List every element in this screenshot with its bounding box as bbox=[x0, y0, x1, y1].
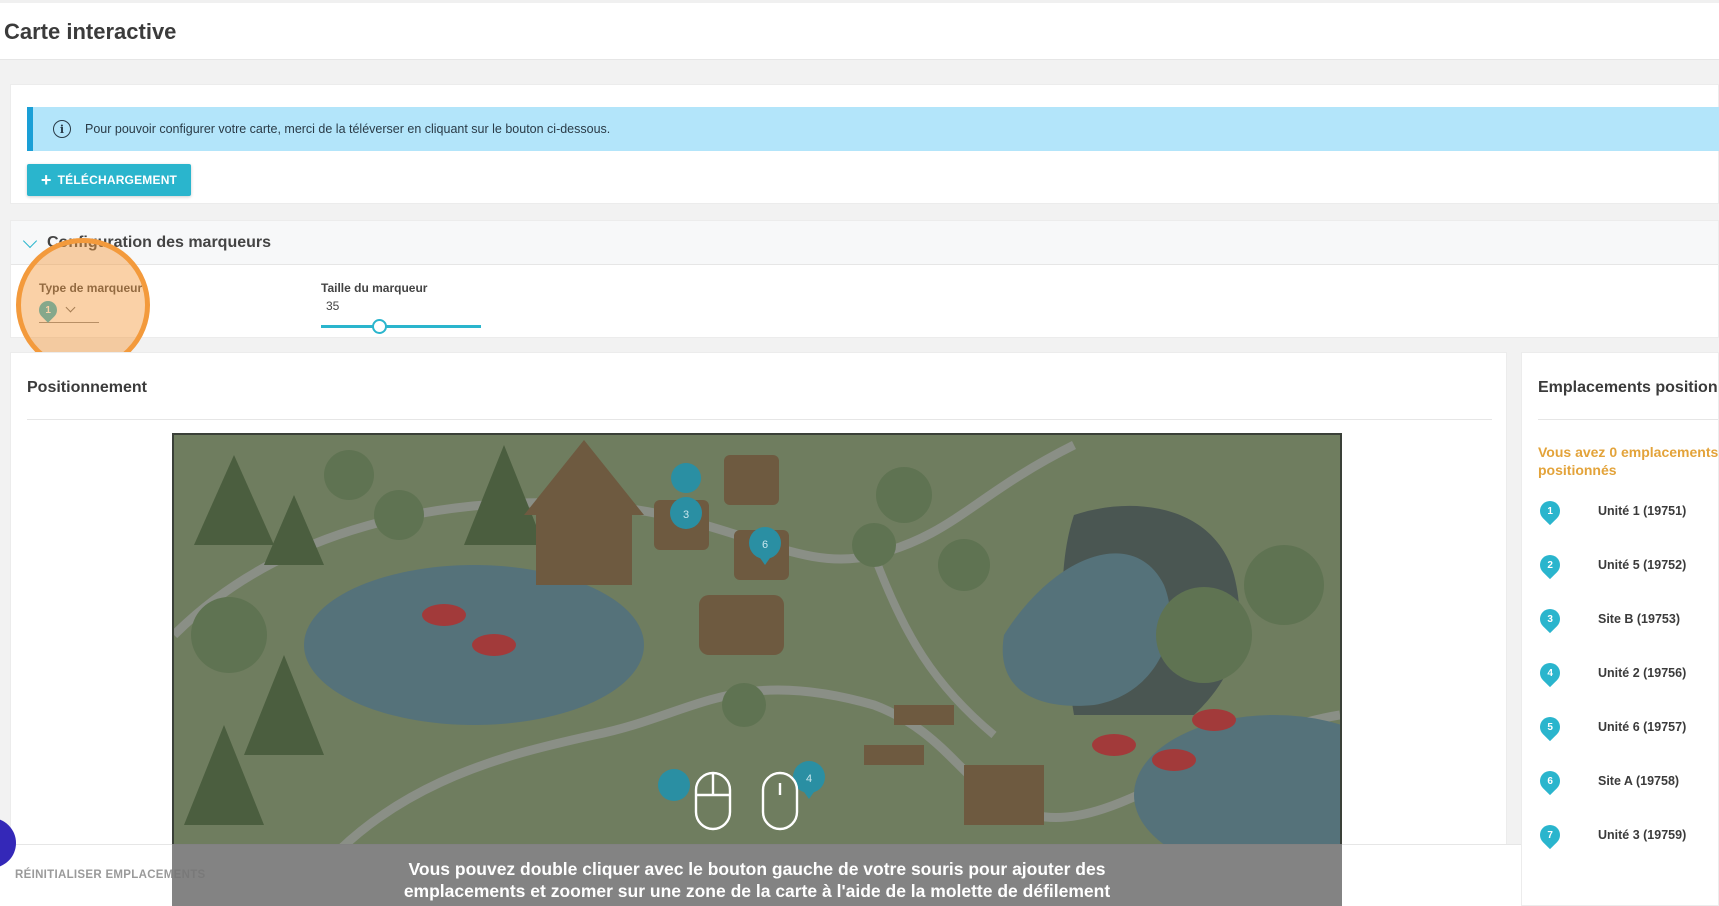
info-icon: i bbox=[53, 120, 71, 138]
location-item[interactable]: 1 Unité 1 (19751) bbox=[1535, 496, 1718, 526]
marker-size-value: 35 bbox=[326, 299, 340, 313]
slider-track bbox=[321, 325, 481, 328]
location-item[interactable]: 2 Unité 5 (19752) bbox=[1535, 550, 1718, 580]
location-item[interactable]: 7 Unité 3 (19759) bbox=[1535, 820, 1718, 850]
page-title: Carte interactive bbox=[4, 19, 177, 44]
top-bar: Carte interactive bbox=[0, 0, 1719, 60]
locations-empty-message: Vous avez 0 emplacements positionnés bbox=[1538, 444, 1719, 478]
location-pin-icon: 3 bbox=[1535, 604, 1565, 634]
location-item[interactable]: 3 Site B (19753) bbox=[1535, 604, 1718, 634]
marker-config-card: Configuration des marqueurs Type de marq… bbox=[10, 220, 1719, 338]
mouse-double-click-icon bbox=[694, 771, 732, 831]
location-label: Unité 2 (19756) bbox=[1598, 666, 1687, 680]
location-item[interactable]: 6 Site A (19758) bbox=[1535, 766, 1718, 796]
divider bbox=[1538, 419, 1718, 420]
location-pin-icon: 5 bbox=[1535, 712, 1565, 742]
map-illustration: 3 6 4 bbox=[174, 435, 1340, 904]
location-item[interactable]: 4 Unité 2 (19756) bbox=[1535, 658, 1718, 688]
location-item[interactable]: 5 Unité 6 (19757) bbox=[1535, 712, 1718, 742]
location-pin-icon: 4 bbox=[1535, 658, 1565, 688]
upload-button[interactable]: + TÉLÉCHARGEMENT bbox=[27, 164, 191, 196]
hint-line-1: Vous pouvez double cliquer avec le bouto… bbox=[408, 859, 1106, 879]
interactive-map[interactable]: 3 6 4 bbox=[172, 433, 1342, 906]
slider-thumb[interactable] bbox=[371, 319, 387, 334]
location-pin-icon: 6 bbox=[1535, 766, 1565, 796]
svg-text:6: 6 bbox=[762, 539, 768, 551]
marker-size-label: Taille du marqueur bbox=[321, 281, 428, 295]
location-pin-icon: 7 bbox=[1535, 820, 1565, 850]
locations-card: Emplacements positionés Vous avez 0 empl… bbox=[1521, 352, 1719, 906]
divider bbox=[27, 419, 1492, 420]
location-label: Site B (19753) bbox=[1598, 612, 1680, 626]
upload-button-label: TÉLÉCHARGEMENT bbox=[57, 173, 178, 187]
location-pin-icon: 2 bbox=[1535, 550, 1565, 580]
plus-icon: + bbox=[40, 170, 52, 190]
upload-card: i Pour pouvoir configurer votre carte, m… bbox=[10, 84, 1719, 204]
location-label: Site A (19758) bbox=[1598, 774, 1680, 788]
svg-text:4: 4 bbox=[806, 773, 812, 785]
info-text: Pour pouvoir configurer votre carte, mer… bbox=[85, 122, 611, 136]
location-label: Unité 3 (19759) bbox=[1598, 828, 1687, 842]
location-label: Unité 5 (19752) bbox=[1598, 558, 1687, 572]
location-label: Unité 6 (19757) bbox=[1598, 720, 1687, 734]
locations-title: Emplacements positionés bbox=[1538, 379, 1719, 396]
positioning-title: Positionnement bbox=[27, 379, 148, 396]
marker-config-header[interactable]: Configuration des marqueurs bbox=[11, 221, 1718, 265]
mouse-scroll-icon bbox=[761, 771, 799, 831]
location-label: Unité 1 (19751) bbox=[1598, 504, 1687, 518]
info-banner: i Pour pouvoir configurer votre carte, m… bbox=[27, 107, 1719, 151]
svg-text:3: 3 bbox=[683, 509, 689, 521]
app-page: Carte interactive i Pour pouvoir configu… bbox=[0, 0, 1719, 906]
marker-size-slider[interactable] bbox=[321, 319, 481, 335]
hint-line-2: emplacements et zoomer sur une zone de l… bbox=[403, 881, 1111, 901]
chevron-down-icon bbox=[22, 233, 38, 248]
map-hint-overlay: Vous pouvez double cliquer avec le bouto… bbox=[172, 844, 1342, 906]
location-pin-icon: 1 bbox=[1535, 496, 1565, 526]
